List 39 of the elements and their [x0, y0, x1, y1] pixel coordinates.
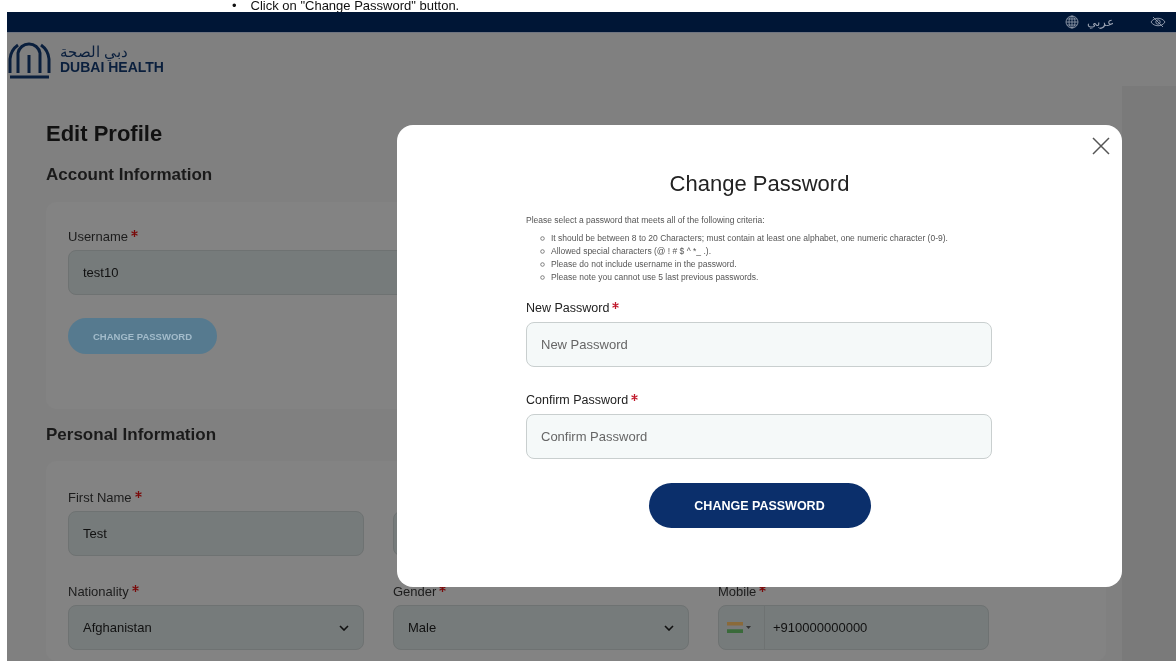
criteria-text: Allowed special characters (@ ! # $ ^ *_ .).: [551, 246, 711, 257]
flag-icon: [727, 622, 743, 633]
dialog-title: Change Password: [668, 171, 851, 197]
field-label: Confirm Password: [526, 393, 629, 408]
page-title: Edit Profile: [46, 121, 163, 147]
criteria-intro: Please select a password that meets all of the following criteria:: [526, 215, 766, 225]
chevron-down-icon: [664, 624, 674, 631]
phone-field[interactable]: +910000000000: [718, 605, 989, 650]
field-label: Nationality: [68, 584, 129, 599]
field-label: Username: [68, 229, 128, 244]
section-heading: Personal Information: [46, 425, 217, 445]
brand-name: DUBAI HEALTH: [60, 59, 164, 75]
text-field[interactable]: Test: [68, 511, 364, 556]
field-label: New Password: [526, 301, 610, 316]
password-field[interactable]: New Password: [526, 322, 992, 367]
section-heading: Account Information: [46, 165, 213, 185]
brand-arabic: دبي الصحة: [60, 43, 130, 60]
globe-icon: [1065, 14, 1079, 29]
select-field[interactable]: Male: [393, 605, 689, 650]
password-field[interactable]: Confirm Password: [526, 414, 992, 459]
chevron-down-icon: [339, 624, 349, 631]
bullet-icon: [540, 249, 545, 254]
field-label: Gender: [393, 584, 437, 599]
language-link[interactable]: عربي: [1087, 14, 1114, 29]
caret-icon: [746, 626, 751, 629]
field-label: Mobile: [718, 584, 757, 599]
bullet-icon: [540, 236, 545, 241]
select-field[interactable]: Afghanistan: [68, 605, 364, 650]
eye-icon[interactable]: [1150, 15, 1166, 28]
close-button[interactable]: [1090, 135, 1112, 157]
criteria-text: It should be between 8 to 20 Characters; must contain at least one alphabet, one numeric character (0-9).: [551, 233, 948, 244]
bullet: •: [232, 0, 237, 12]
bullet-icon: [540, 262, 545, 267]
criteria-text: Please do not include username in the password.: [551, 259, 737, 270]
field-label: First Name: [68, 490, 132, 505]
bullet-icon: [540, 275, 545, 280]
instruction-text: Click on "Change Password" button.: [250, 0, 460, 12]
change-password-button[interactable]: CHANGE PASSWORD: [648, 483, 871, 528]
criteria-text: Please note you cannot use 5 last previous passwords.: [551, 272, 759, 283]
